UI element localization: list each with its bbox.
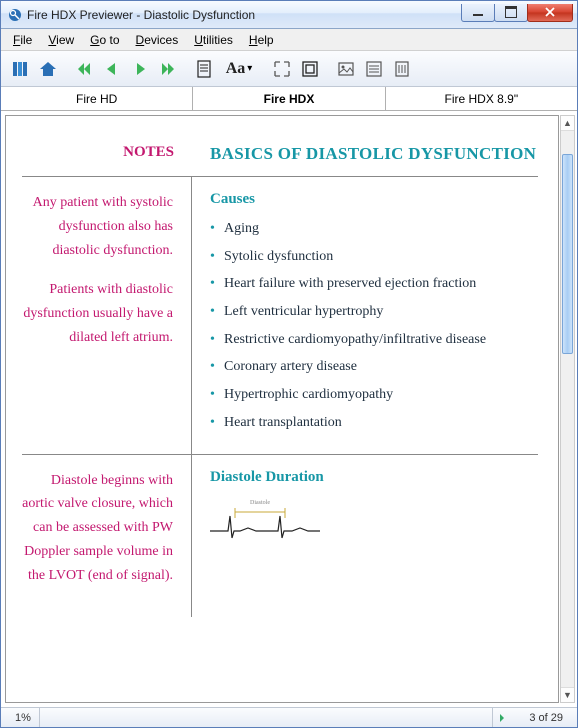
window-title: Fire HDX Previewer - Diastolic Dysfuncti… — [27, 8, 255, 22]
ecg-diagram: Diastole — [210, 496, 538, 551]
notes-section-2: Diastole beginns with aortic valve closu… — [22, 454, 192, 618]
main-section-duration: Diastole Duration Diastole — [192, 454, 538, 618]
scroll-up-button[interactable]: ▲ — [561, 116, 574, 131]
app-icon — [7, 7, 23, 23]
causes-list: Aging Sytolic dysfunction Heart failure … — [210, 218, 538, 434]
close-button[interactable] — [527, 4, 573, 22]
page-indicator: 3 of 29 — [511, 708, 571, 727]
tab-fire-hdx-89[interactable]: Fire HDX 8.9" — [386, 87, 577, 110]
zoom-level[interactable]: 1% — [7, 708, 40, 727]
window-controls — [462, 8, 573, 22]
statusbar: 1% 3 of 29 — [1, 707, 577, 727]
menu-devices[interactable]: Devices — [128, 31, 187, 49]
titlebar: Fire HDX Previewer - Diastolic Dysfuncti… — [1, 1, 577, 29]
chevron-down-icon: ▾ — [247, 63, 252, 74]
diagram-label: Diastole — [250, 500, 270, 506]
home-button[interactable] — [35, 56, 61, 82]
notes-column-heading: NOTES — [22, 132, 192, 176]
toolbar: Aa▾ — [1, 51, 577, 87]
fullscreen-button[interactable] — [269, 56, 295, 82]
minimize-button[interactable] — [461, 4, 495, 22]
list-item: Restrictive cardiomyopathy/infiltrative … — [210, 329, 538, 351]
note-text: Diastole beginns with aortic valve closu… — [22, 469, 173, 588]
content-area: NOTES BASICS OF DIASTOLIC DYSFUNCTION An… — [1, 111, 577, 707]
next-page-button[interactable] — [127, 56, 153, 82]
scroll-down-button[interactable]: ▼ — [561, 687, 574, 702]
menu-help[interactable]: Help — [241, 31, 282, 49]
document-preview[interactable]: NOTES BASICS OF DIASTOLIC DYSFUNCTION An… — [5, 115, 559, 703]
vertical-scrollbar[interactable]: ▲ ▼ — [560, 115, 575, 703]
menu-goto[interactable]: Go to — [82, 31, 127, 49]
list-item: Heart failure with preserved ejection fr… — [210, 273, 538, 295]
menu-file[interactable]: File — [5, 31, 40, 49]
note-text: Patients with diastolic dysfunction usua… — [22, 278, 173, 349]
image-view-button[interactable] — [333, 56, 359, 82]
section-heading: Diastole Duration — [210, 469, 538, 486]
list-item: Aging — [210, 218, 538, 240]
outline-view-button[interactable] — [361, 56, 387, 82]
list-item: Left ventricular hypertrophy — [210, 301, 538, 323]
status-next-button[interactable] — [493, 713, 511, 723]
list-item: Coronary artery disease — [210, 356, 538, 378]
font-size-button[interactable]: Aa▾ — [219, 56, 259, 82]
fit-width-button[interactable] — [297, 56, 323, 82]
notes-section-1: Any patient with systolic dysfunction al… — [22, 176, 192, 454]
section-heading: Causes — [210, 191, 538, 208]
list-item: Hypertrophic cardiomyopathy — [210, 384, 538, 406]
app-window: Fire HDX Previewer - Diastolic Dysfuncti… — [0, 0, 578, 728]
menubar: File View Go to Devices Utilities Help — [1, 29, 577, 51]
last-page-button[interactable] — [155, 56, 181, 82]
page-title: BASICS OF DIASTOLIC DYSFUNCTION — [192, 132, 538, 176]
scroll-thumb[interactable] — [562, 154, 573, 354]
maximize-button[interactable] — [494, 4, 528, 22]
document-mode-button[interactable] — [191, 56, 217, 82]
note-text: Any patient with systolic dysfunction al… — [22, 191, 173, 262]
first-page-button[interactable] — [71, 56, 97, 82]
list-item: Sytolic dysfunction — [210, 246, 538, 268]
list-item: Heart transplantation — [210, 412, 538, 434]
menu-utilities[interactable]: Utilities — [186, 31, 241, 49]
menu-view[interactable]: View — [40, 31, 82, 49]
main-section-causes: Causes Aging Sytolic dysfunction Heart f… — [192, 176, 538, 454]
tab-fire-hdx[interactable]: Fire HDX — [193, 87, 385, 110]
prev-page-button[interactable] — [99, 56, 125, 82]
library-button[interactable] — [7, 56, 33, 82]
properties-button[interactable] — [389, 56, 415, 82]
tab-fire-hd[interactable]: Fire HD — [1, 87, 193, 110]
device-tabs: Fire HD Fire HDX Fire HDX 8.9" — [1, 87, 577, 111]
